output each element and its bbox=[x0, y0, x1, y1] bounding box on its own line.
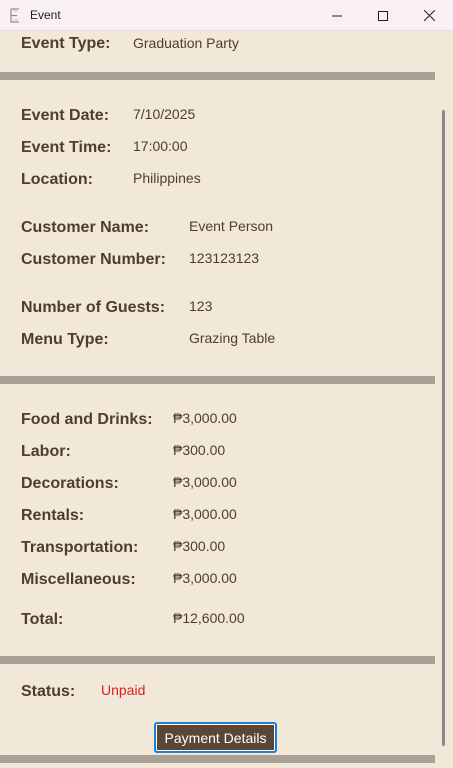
labor-label: Labor: bbox=[21, 443, 71, 460]
customer-name-label: Customer Name: bbox=[21, 219, 150, 236]
guests-value: 123 bbox=[189, 298, 213, 314]
maximize-icon bbox=[378, 10, 388, 21]
customer-number-label: Customer Number: bbox=[21, 251, 166, 268]
location-label: Location: bbox=[21, 171, 93, 188]
rentals-label: Rentals: bbox=[21, 507, 85, 524]
customer-number-value: 123123123 bbox=[189, 250, 260, 266]
section-divider bbox=[0, 656, 435, 664]
title-bar: Event bbox=[0, 0, 453, 31]
food-drinks-label: Food and Drinks: bbox=[21, 411, 153, 428]
decorations-value: ₱3,000.00 bbox=[173, 474, 237, 490]
event-date-value: 7/10/2025 bbox=[133, 106, 196, 122]
status-label: Status: bbox=[21, 683, 76, 700]
event-time-label: Event Time: bbox=[21, 139, 112, 156]
menu-type-value: Grazing Table bbox=[189, 330, 276, 346]
close-button[interactable] bbox=[406, 0, 452, 31]
event-details-panel: Event Type: Graduation Party Event Date:… bbox=[0, 31, 435, 768]
minimize-icon bbox=[332, 15, 342, 16]
payment-details-button[interactable]: Payment Details bbox=[154, 722, 277, 753]
customer-name-value: Event Person bbox=[189, 218, 274, 234]
section-divider bbox=[0, 755, 435, 763]
scrollbar-thumb[interactable] bbox=[442, 110, 445, 746]
status-value: Unpaid bbox=[101, 682, 146, 698]
labor-value: ₱300.00 bbox=[173, 442, 226, 458]
miscellaneous-label: Miscellaneous: bbox=[21, 571, 136, 588]
section-divider bbox=[0, 72, 435, 80]
event-date-label: Event Date: bbox=[21, 107, 110, 124]
food-drinks-value: ₱3,000.00 bbox=[173, 410, 237, 426]
rentals-value: ₱3,000.00 bbox=[173, 506, 237, 522]
decorations-label: Decorations: bbox=[21, 475, 119, 492]
transportation-label: Transportation: bbox=[21, 539, 139, 556]
window-title: Event bbox=[30, 8, 61, 22]
app-icon bbox=[10, 8, 19, 23]
event-type-value: Graduation Party bbox=[133, 35, 239, 51]
total-label: Total: bbox=[21, 611, 64, 628]
transportation-value: ₱300.00 bbox=[173, 538, 226, 554]
location-value: Philippines bbox=[133, 170, 201, 186]
total-value: ₱12,600.00 bbox=[173, 610, 245, 626]
miscellaneous-value: ₱3,000.00 bbox=[173, 570, 237, 586]
maximize-button[interactable] bbox=[360, 0, 406, 31]
guests-label: Number of Guests: bbox=[21, 299, 166, 316]
close-icon bbox=[423, 10, 435, 21]
menu-type-label: Menu Type: bbox=[21, 331, 109, 348]
event-time-value: 17:00:00 bbox=[133, 138, 188, 154]
section-divider bbox=[0, 376, 435, 384]
event-type-label: Event Type: bbox=[21, 35, 111, 52]
minimize-button[interactable] bbox=[314, 0, 360, 31]
